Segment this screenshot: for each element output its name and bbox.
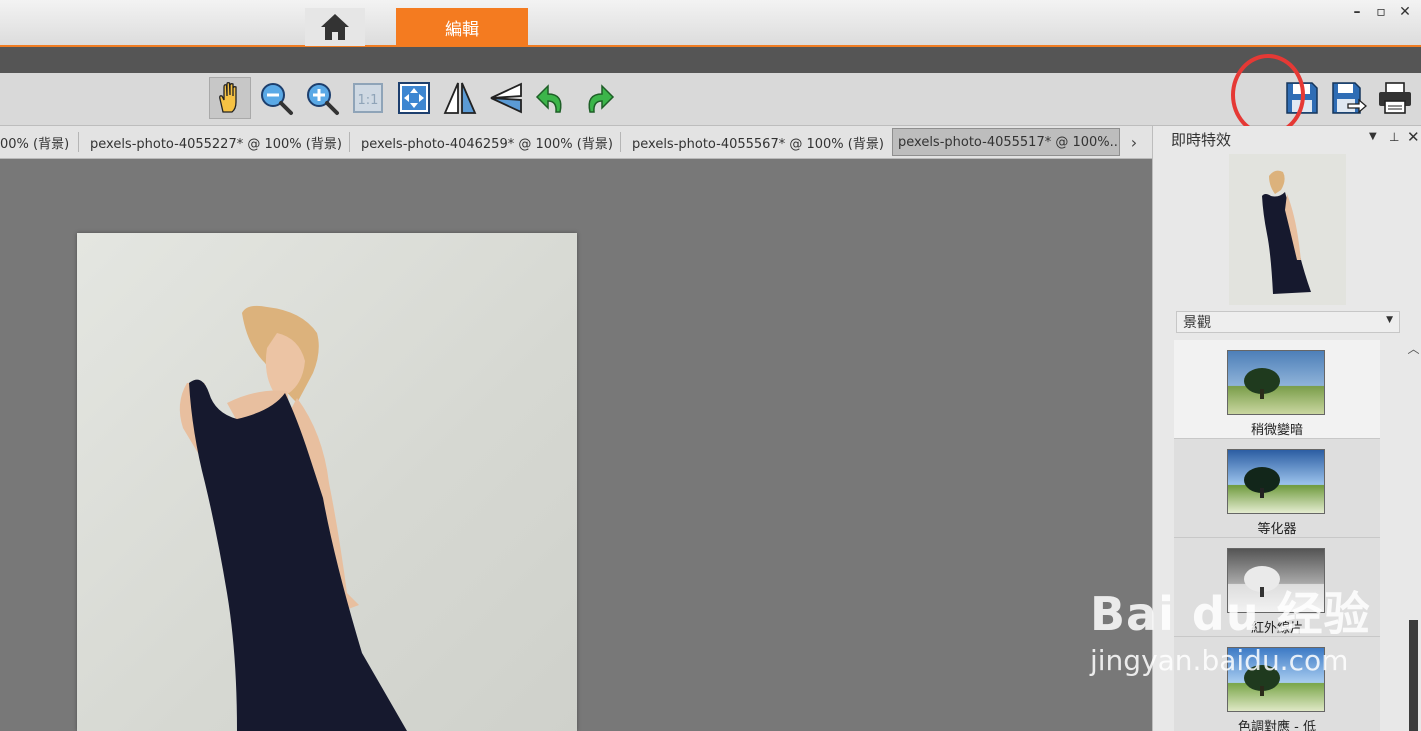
chevron-down-icon: ▼ (1386, 315, 1393, 325)
zoom-out-button[interactable] (255, 77, 297, 119)
doc-tab[interactable]: pexels-photo-4055227* @ 100% (背景) (90, 128, 342, 156)
watermark-url: jingyan.baidu.com (1090, 644, 1349, 677)
menu-strip (0, 47, 1421, 73)
panel-header: 即時特效 ▼ ⊥ ✕ (1153, 126, 1421, 152)
flip-vertical-button[interactable] (485, 77, 527, 119)
restore-icon[interactable]: ▫ (1373, 4, 1389, 20)
effect-category-value: 景觀 (1183, 315, 1211, 331)
watermark-logo: Bai du 经验 (1090, 587, 1371, 641)
scroll-up-icon[interactable]: ︿ (1405, 340, 1421, 356)
save-as-icon (1332, 82, 1367, 114)
tab-separator (78, 132, 79, 152)
edit-tab[interactable]: 編輯 (396, 8, 528, 46)
scroll-thumb[interactable] (1409, 620, 1418, 731)
annotation-circle (1231, 54, 1305, 136)
hand-tool-button[interactable] (209, 77, 251, 119)
home-icon (321, 14, 349, 40)
effect-item[interactable]: 等化器 (1174, 439, 1380, 538)
pin-icon[interactable]: ⊥ (1389, 130, 1399, 144)
panel-title: 即時特效 (1171, 131, 1232, 149)
image-canvas[interactable] (0, 159, 1152, 731)
panel-menu-icon[interactable]: ▼ (1369, 131, 1377, 142)
flip-horizontal-button[interactable] (439, 77, 481, 119)
hand-icon (219, 82, 237, 113)
toolbar: 1:1 (0, 73, 1421, 126)
flip-horizontal-icon (443, 82, 477, 114)
fit-to-window-icon (398, 82, 430, 114)
zoom-in-button[interactable] (301, 77, 343, 119)
effect-label: 色調對應 - 低 (1238, 720, 1316, 731)
doc-tab[interactable]: 00% (背景) (0, 128, 72, 156)
baidu-watermark: Bai du 经验 jingyan.baidu.com (1090, 578, 1371, 677)
close-icon[interactable]: ✕ (1397, 4, 1413, 20)
tab-separator (349, 132, 350, 152)
effect-category-select[interactable]: 景觀 ▼ (1176, 311, 1400, 333)
rotate-left-icon (535, 84, 562, 113)
actual-size-icon: 1:1 (353, 83, 383, 113)
photo (77, 233, 577, 731)
flip-vertical-icon (490, 82, 522, 114)
panel-close-icon[interactable]: ✕ (1407, 128, 1420, 146)
minimize-icon[interactable]: – (1349, 4, 1365, 20)
doc-tab[interactable]: pexels-photo-4055567* @ 100% (背景) (632, 128, 884, 156)
effect-thumbnail (1227, 449, 1325, 514)
print-button[interactable] (1374, 77, 1416, 119)
document-tabs: 00% (背景) pexels-photo-4055227* @ 100% (背… (0, 126, 1152, 159)
fit-to-window-button[interactable] (393, 77, 435, 119)
rotate-left-button[interactable] (531, 77, 573, 119)
save-as-button[interactable] (1328, 77, 1370, 119)
rotate-right-button[interactable] (577, 77, 619, 119)
home-tab[interactable] (305, 8, 365, 46)
effect-label: 稍微變暗 (1250, 423, 1303, 438)
actual-size-button[interactable]: 1:1 (347, 77, 389, 119)
effect-thumbnail (1227, 350, 1325, 415)
title-bar (0, 0, 1421, 46)
rotate-right-icon (588, 84, 615, 113)
tab-separator (620, 132, 621, 152)
svg-text:1:1: 1:1 (358, 93, 379, 108)
doc-tab-active[interactable]: pexels-photo-4055517* @ 100%... (892, 128, 1120, 156)
effect-preview (1229, 154, 1346, 305)
doc-tab[interactable]: pexels-photo-4046259* @ 100% (背景) (361, 128, 613, 156)
effects-scrollbar[interactable]: ︿ (1405, 340, 1421, 731)
zoom-in-icon (307, 83, 339, 115)
tabs-scroll-right-icon[interactable]: › (1122, 128, 1146, 156)
zoom-out-icon (261, 83, 293, 115)
print-icon (1379, 82, 1411, 114)
effect-item[interactable]: 稍微變暗 (1174, 340, 1380, 439)
window-controls: – ▫ ✕ (1349, 4, 1413, 20)
effect-label: 等化器 (1257, 522, 1297, 537)
